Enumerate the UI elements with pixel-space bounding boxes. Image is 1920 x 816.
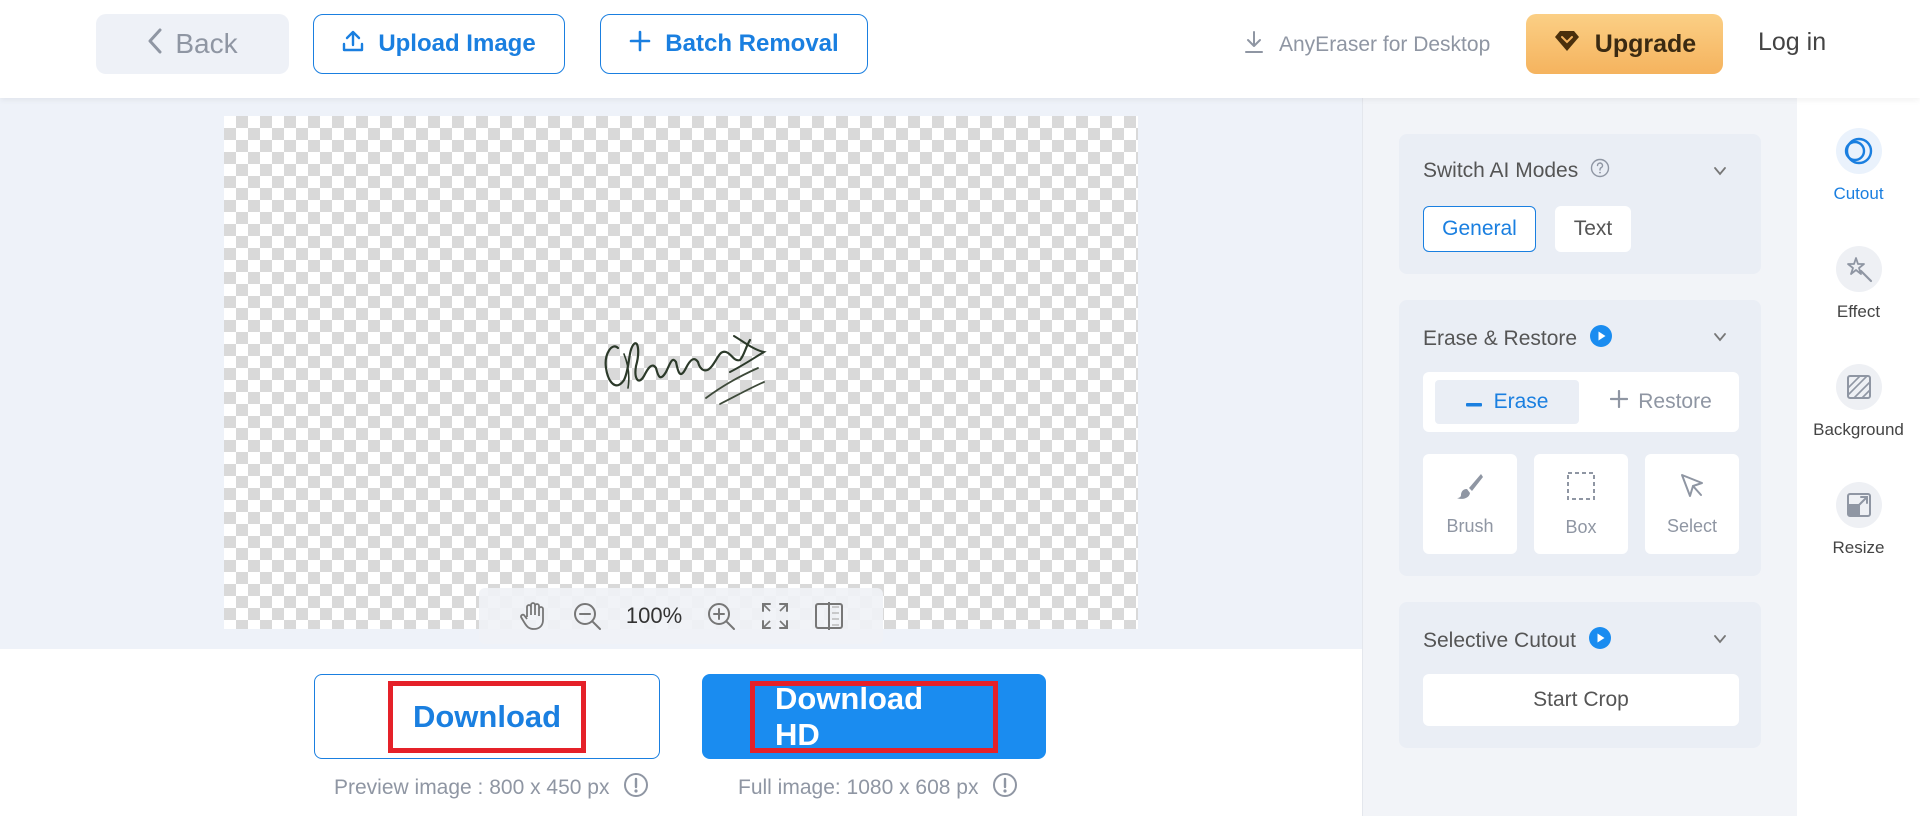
background-icon <box>1835 364 1882 410</box>
download-hd-label: Download HD <box>775 680 924 752</box>
top-header: Back Upload Image Batch Removal AnyErase… <box>0 0 1920 98</box>
chevron-down-icon[interactable] <box>1713 632 1727 646</box>
ai-modes-title: Switch AI Modes <box>1423 158 1610 184</box>
ai-modes-title-text: Switch AI Modes <box>1423 159 1579 182</box>
login-link[interactable]: Log in <box>1758 28 1826 57</box>
download-hd-highlight: Download HD <box>750 680 998 753</box>
desktop-download-link[interactable]: AnyEraser for Desktop <box>1243 28 1490 62</box>
brush-tool[interactable]: Brush <box>1423 454 1517 554</box>
rail-label-background: Background <box>1813 420 1904 439</box>
rail-label-cutout: Cutout <box>1833 184 1884 203</box>
selective-cutout-card: Selective Cutout Start Crop <box>1399 602 1761 748</box>
brush-label: Brush <box>1446 516 1494 536</box>
info-icon[interactable] <box>623 772 649 804</box>
full-image-info: Full image: 1080 x 608 px <box>738 772 1018 804</box>
erase-restore-card: Erase & Restore Erase Restore Brush Box … <box>1399 300 1761 576</box>
help-icon[interactable] <box>1590 158 1610 184</box>
back-button[interactable]: Back <box>96 14 289 74</box>
full-info-text: Full image: 1080 x 608 px <box>738 776 979 799</box>
zoom-level: 100% <box>625 603 683 628</box>
chevron-down-icon[interactable] <box>1713 164 1727 178</box>
mode-text-button[interactable]: Text <box>1555 206 1631 252</box>
chevron-left-icon <box>147 28 163 61</box>
download-highlight: Download <box>388 680 586 753</box>
tool-rail: Cutout Effect Background Resize <box>1797 98 1920 816</box>
preview-info-text: Preview image : 800 x 450 px <box>334 776 610 799</box>
restore-label: Restore <box>1638 390 1712 413</box>
restore-button[interactable]: Restore <box>1591 380 1731 424</box>
upgrade-button[interactable]: Upgrade <box>1526 14 1723 74</box>
rail-item-cutout[interactable]: Cutout <box>1797 128 1920 204</box>
zoom-in-icon[interactable] <box>703 598 739 634</box>
play-tutorial-icon[interactable] <box>1589 324 1613 354</box>
box-tool[interactable]: Box <box>1534 454 1628 554</box>
rail-label-effect: Effect <box>1836 302 1881 321</box>
chevron-down-icon[interactable] <box>1713 330 1727 344</box>
rail-item-background[interactable]: Background <box>1797 364 1920 440</box>
select-label: Select <box>1666 516 1718 536</box>
fit-screen-icon[interactable] <box>757 598 793 634</box>
resize-icon <box>1835 482 1882 528</box>
settings-panel: Switch AI Modes General Text Erase & Res… <box>1362 98 1797 816</box>
hand-pan-icon[interactable] <box>515 598 551 634</box>
erase-button[interactable]: Erase <box>1435 380 1579 424</box>
magic-wand-icon <box>1835 246 1882 292</box>
desktop-link-label: AnyEraser for Desktop <box>1279 33 1491 56</box>
mode-general-button[interactable]: General <box>1423 206 1536 252</box>
plus-icon <box>629 30 651 59</box>
cutout-icon <box>1835 128 1882 174</box>
erase-restore-title-text: Erase & Restore <box>1423 327 1578 350</box>
select-tool[interactable]: Select <box>1645 454 1739 554</box>
box-select-icon <box>1565 470 1597 507</box>
zoom-toolbar: 100% <box>479 588 883 644</box>
upload-icon <box>342 30 364 59</box>
preview-info: Preview image : 800 x 450 px <box>334 772 649 804</box>
diamond-icon <box>1553 29 1581 60</box>
selective-cutout-title-text: Selective Cutout <box>1423 629 1576 652</box>
upgrade-label: Upgrade <box>1594 29 1697 58</box>
erase-restore-title: Erase & Restore <box>1423 324 1613 354</box>
minus-icon <box>1465 390 1482 414</box>
brush-icon <box>1455 471 1485 506</box>
rail-item-resize[interactable]: Resize <box>1797 482 1920 558</box>
batch-removal-label: Batch Removal <box>665 30 839 57</box>
download-label: Download <box>412 698 562 734</box>
download-hd-button[interactable]: Download HD <box>702 674 1046 759</box>
signature-image <box>604 335 767 405</box>
erase-restore-toggle: Erase Restore <box>1423 372 1739 432</box>
erase-label: Erase <box>1493 390 1549 413</box>
ai-modes-card: Switch AI Modes General Text <box>1399 134 1761 274</box>
cursor-icon <box>1677 471 1707 506</box>
batch-removal-button[interactable]: Batch Removal <box>600 14 868 74</box>
info-icon[interactable] <box>992 772 1018 804</box>
selective-cutout-title: Selective Cutout <box>1423 626 1612 656</box>
download-button[interactable]: Download <box>314 674 660 759</box>
transparent-canvas[interactable]: 100% <box>224 116 1138 644</box>
zoom-out-icon[interactable] <box>569 598 605 634</box>
download-icon <box>1243 30 1265 60</box>
upload-image-label: Upload Image <box>378 30 536 57</box>
box-label: Box <box>1565 517 1597 537</box>
plus-icon <box>1610 389 1629 414</box>
rail-item-effect[interactable]: Effect <box>1797 246 1920 322</box>
play-tutorial-icon[interactable] <box>1588 626 1612 656</box>
upload-image-button[interactable]: Upload Image <box>313 14 565 74</box>
compare-icon[interactable] <box>811 598 847 634</box>
back-label: Back <box>175 28 238 59</box>
start-crop-button[interactable]: Start Crop <box>1423 674 1739 726</box>
image-workspace: 100% <box>0 98 1362 649</box>
rail-label-resize: Resize <box>1832 538 1885 557</box>
